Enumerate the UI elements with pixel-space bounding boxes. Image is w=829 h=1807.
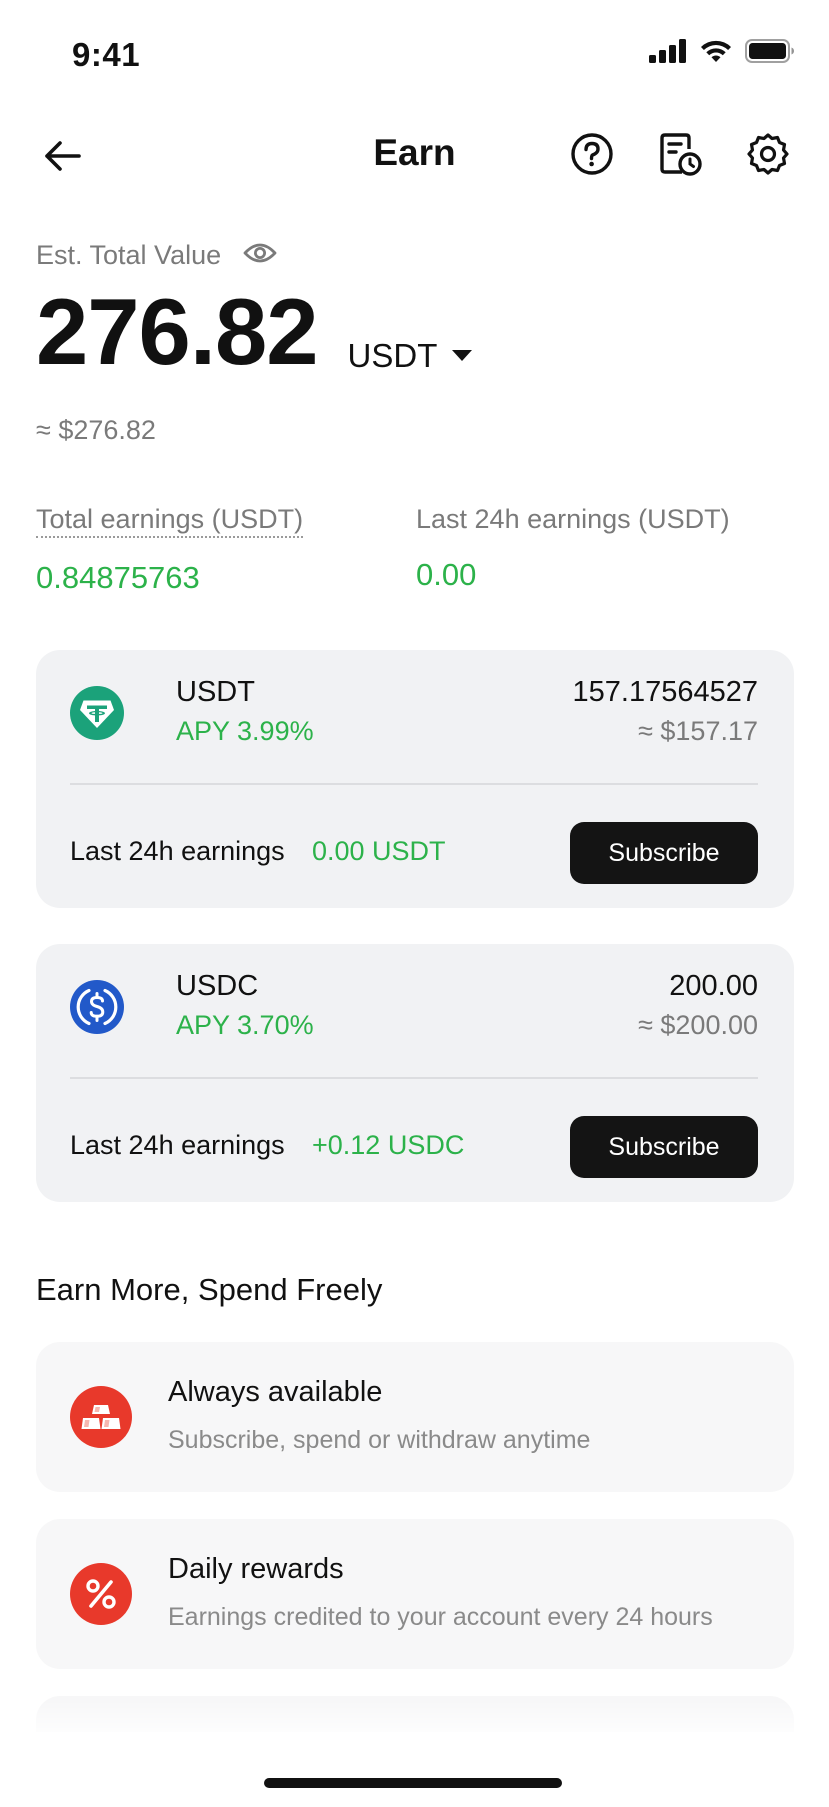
divider <box>70 1077 758 1079</box>
settings-button[interactable] <box>744 130 792 178</box>
feature-card-always-available: Always available Subscribe, spend or wit… <box>36 1342 794 1492</box>
asset-name: USDC <box>176 970 259 1002</box>
total-value: 276.82 <box>36 279 319 384</box>
usdc-icon <box>70 980 124 1034</box>
est-total-row: Est. Total Value <box>36 240 796 271</box>
scroll-fade <box>0 1700 829 1740</box>
asset-footer: Last 24h earnings 0.00 USDT Subscribe <box>70 822 758 884</box>
nav-bar: Earn <box>0 118 829 192</box>
feature-title: Always available <box>168 1376 383 1408</box>
caret-down-icon <box>452 350 473 361</box>
history-button[interactable] <box>656 130 704 178</box>
usd-approx: ≈ $276.82 <box>36 415 156 445</box>
battery-icon <box>745 39 795 68</box>
total-earnings: Total earnings (USDT) 0.84875763 <box>36 504 416 596</box>
asset-name: USDT <box>176 676 255 708</box>
settings-icon <box>747 133 789 175</box>
est-total-label: Est. Total Value <box>36 240 222 270</box>
feature-card-daily-rewards: Daily rewards Earnings credited to your … <box>36 1519 794 1669</box>
asset-card-usdc[interactable]: USDC APY 3.70% 200.00 ≈ $200.00 Last 24h… <box>36 944 794 1202</box>
asset-usd-value: ≈ $157.17 <box>638 716 758 746</box>
feature-title: Daily rewards <box>168 1553 344 1585</box>
asset-apy: APY 3.70% <box>176 1010 314 1040</box>
currency-label: USDT <box>347 337 438 374</box>
last24-earnings: Last 24h earnings (USDT) 0.00 <box>416 504 796 596</box>
asset-usd-value: ≈ $200.00 <box>638 1010 758 1040</box>
help-button[interactable] <box>568 130 616 178</box>
status-icons <box>649 38 795 69</box>
currency-dropdown[interactable]: USDT <box>348 337 474 375</box>
eye-icon[interactable] <box>243 241 277 270</box>
earnings-row: Total earnings (USDT) 0.84875763 Last 24… <box>36 504 796 596</box>
asset-amount: 157.17564527 <box>572 676 758 708</box>
wifi-icon <box>699 38 733 69</box>
home-indicator[interactable] <box>264 1778 562 1788</box>
asset-apy: APY 3.99% <box>176 716 314 746</box>
asset-header: USDC APY 3.70% 200.00 ≈ $200.00 <box>70 970 758 1060</box>
percent-icon <box>70 1563 132 1625</box>
subscribe-button-usdt[interactable]: Subscribe <box>570 822 758 884</box>
help-icon <box>571 133 613 175</box>
last24-earnings-value: 0.00 <box>416 557 477 592</box>
total-earnings-value: 0.84875763 <box>36 560 200 595</box>
asset-last24-label: Last 24h earnings <box>70 1130 285 1160</box>
feature-desc: Subscribe, spend or withdraw anytime <box>168 1426 591 1454</box>
status-time: 9:41 <box>72 36 141 73</box>
feature-desc: Earnings credited to your account every … <box>168 1603 713 1631</box>
total-value-row: 276.82 USDT <box>36 285 796 379</box>
asset-card-usdt[interactable]: USDT APY 3.99% 157.17564527 ≈ $157.17 La… <box>36 650 794 908</box>
page-title: Earn <box>373 132 456 173</box>
asset-amount: 200.00 <box>669 970 758 1002</box>
tether-icon <box>70 686 124 740</box>
total-earnings-label[interactable]: Total earnings (USDT) <box>36 504 304 538</box>
asset-last24-value: 0.00 USDT <box>312 836 446 866</box>
status-bar: 9:41 <box>0 0 829 110</box>
asset-footer: Last 24h earnings +0.12 USDC Subscribe <box>70 1116 758 1178</box>
subscribe-button-usdc[interactable]: Subscribe <box>570 1116 758 1178</box>
asset-last24-label: Last 24h earnings <box>70 836 285 866</box>
asset-last24-value: +0.12 USDC <box>312 1130 465 1160</box>
divider <box>70 783 758 785</box>
section-title: Earn More, Spend Freely <box>36 1272 383 1307</box>
asset-header: USDT APY 3.99% 157.17564527 ≈ $157.17 <box>70 676 758 766</box>
signal-icon <box>649 39 687 68</box>
history-icon <box>660 133 702 176</box>
last24-earnings-label: Last 24h earnings (USDT) <box>416 504 730 534</box>
earn-summary: Est. Total Value 276.82 USDT ≈ $276.82 T… <box>36 240 796 596</box>
gold-bars-icon <box>70 1386 132 1448</box>
